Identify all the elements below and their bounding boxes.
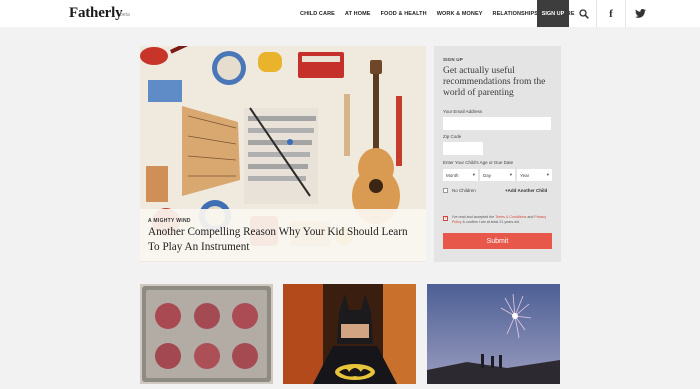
day-select-value: Day [483,172,492,178]
article-card-1[interactable] [140,284,273,384]
year-select-value: Year [520,172,530,178]
article-card-2[interactable] [283,284,416,384]
no-children-checkbox[interactable] [443,188,448,193]
hero-title[interactable]: Another Compelling Reason Why Your Kid S… [148,225,418,255]
day-select[interactable]: Day ▾ [480,169,515,181]
submit-button[interactable]: Submit [443,233,552,249]
hero-kicker: A MIGHTY WIND [148,218,191,224]
article-card-3[interactable] [427,284,560,384]
chevron-down-icon: ▾ [546,172,549,177]
twitter-button[interactable] [625,0,654,27]
nav-child-care[interactable]: CHILD CARE [300,11,335,17]
logo-beta-label: beta [120,12,130,18]
year-select[interactable]: Year ▾ [517,169,552,181]
terms-checkbox[interactable] [443,215,448,221]
nav-relationships[interactable]: RELATIONSHIPS [493,11,539,17]
email-field[interactable] [443,117,551,130]
terms-text: I've read and accepted the Terms & Condi… [452,215,552,225]
search-icon [578,8,589,19]
search-button[interactable] [569,0,598,27]
site-header: Fatherly beta CHILD CARE AT HOME FOOD & … [0,0,700,27]
terms-text-pre: I've read and accepted the [452,215,496,219]
zip-label: Zip Code [443,134,462,139]
site-logo[interactable]: Fatherly [69,5,123,22]
twitter-icon [634,9,646,18]
header-signup-button[interactable]: SIGN UP [537,0,569,27]
card-image-batman [283,284,416,384]
email-label: Your Email Address [443,109,483,114]
card-image-burger-patties [140,284,273,384]
facebook-button[interactable]: f [596,0,625,27]
signup-panel-heading: Get actually useful recommendations from… [443,66,546,98]
month-select-value: Month [446,172,459,178]
signup-panel-label: SIGN UP [443,57,463,62]
child-age-label: Enter Your Child's Age or Due Date [443,160,514,165]
terms-link[interactable]: Terms & Conditions [495,215,526,219]
add-child-link[interactable]: +Add Another Child [505,188,547,193]
card-image-fireworks [427,284,560,384]
no-children-label: No Children [452,188,476,193]
zip-field[interactable] [443,142,483,155]
facebook-icon: f [609,7,613,20]
chevron-down-icon: ▾ [509,172,512,177]
nav-food-health[interactable]: FOOD & HEALTH [381,11,427,17]
month-select[interactable]: Month ▾ [443,169,478,181]
chevron-down-icon: ▾ [472,172,475,177]
terms-text-post: & confirm I am at least 21 years old. [461,220,520,224]
nav-at-home[interactable]: AT HOME [345,11,371,17]
nav-work-money[interactable]: WORK & MONEY [437,11,483,17]
